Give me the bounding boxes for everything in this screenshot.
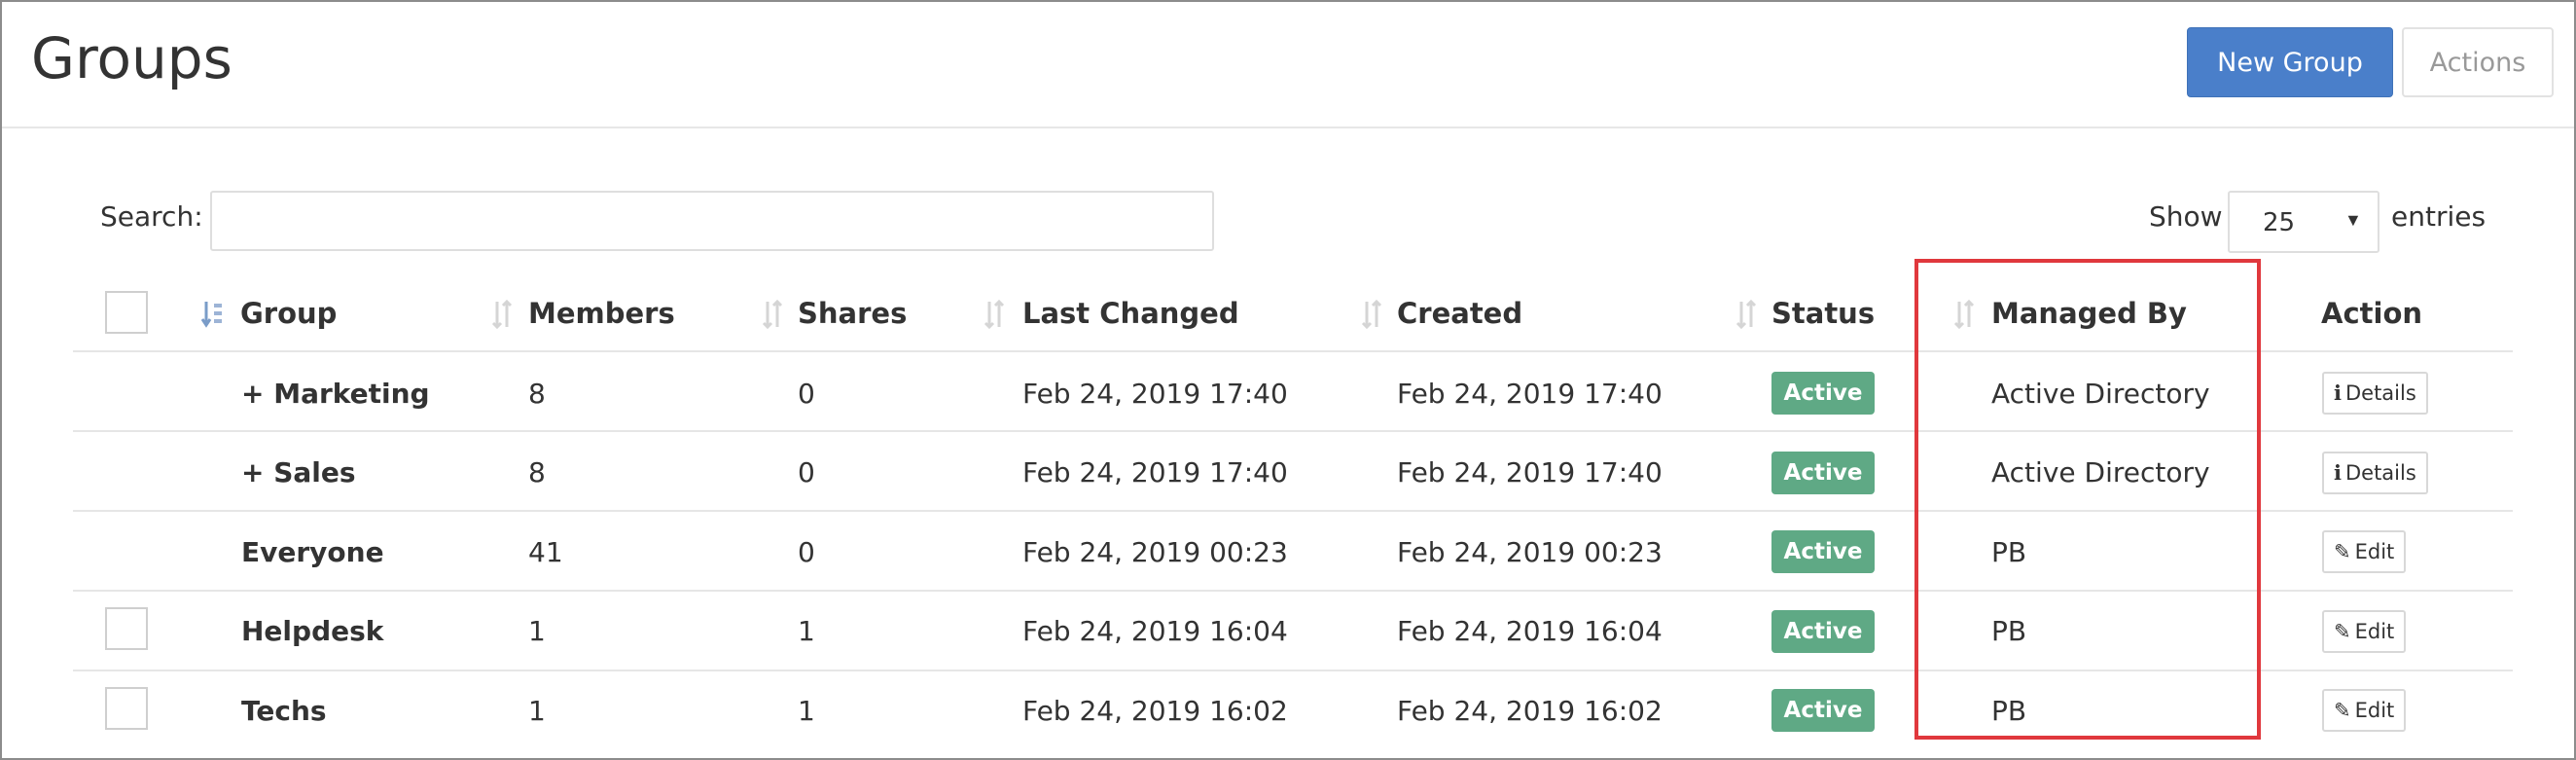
search-label: Search: (100, 200, 203, 233)
members-count: 1 (528, 695, 546, 727)
group-name[interactable]: + Sales (241, 456, 356, 489)
page-title: Groups (31, 25, 233, 91)
last-changed: Feb 24, 2019 00:23 (1022, 536, 1288, 568)
details-button[interactable]: ℹ Details (2322, 452, 2428, 494)
select-all-checkbox[interactable] (105, 291, 148, 334)
group-name[interactable]: + Marketing (241, 378, 430, 410)
edit-button[interactable]: ✎ Edit (2322, 689, 2407, 732)
pencil-icon: ✎ (2334, 699, 2351, 722)
members-count: 1 (528, 615, 546, 647)
sort-icon[interactable] (1735, 300, 1757, 329)
column-header-shares[interactable]: Shares (798, 297, 907, 330)
edit-button-label: Edit (2354, 540, 2395, 563)
sort-ascending-icon[interactable] (201, 300, 223, 329)
info-icon: ℹ (2334, 461, 2342, 485)
column-header-group[interactable]: Group (240, 297, 337, 330)
column-header-last-changed[interactable]: Last Changed (1022, 297, 1239, 330)
members-count: 8 (528, 378, 546, 410)
search-input[interactable] (210, 191, 1214, 251)
row-checkbox[interactable] (105, 607, 148, 650)
shares-count: 0 (798, 536, 815, 568)
status-badge: Active (1771, 530, 1875, 573)
edit-button[interactable]: ✎ Edit (2322, 610, 2407, 653)
panel-header: Groups New Group Actions (2, 2, 2574, 128)
sort-icon[interactable] (762, 300, 783, 329)
pencil-icon: ✎ (2334, 540, 2351, 563)
shares-count: 0 (798, 456, 815, 489)
group-name[interactable]: Everyone (241, 536, 384, 568)
created-date: Feb 24, 2019 17:40 (1397, 378, 1663, 410)
status-badge: Active (1771, 610, 1875, 653)
actions-button[interactable]: Actions (2402, 27, 2554, 97)
last-changed: Feb 24, 2019 17:40 (1022, 378, 1288, 410)
sort-icon[interactable] (984, 300, 1005, 329)
edit-button-label: Edit (2354, 620, 2395, 643)
groups-panel: Groups New Group Actions Search: Show 25… (0, 0, 2576, 760)
edit-button-label: Edit (2354, 699, 2395, 722)
created-date: Feb 24, 2019 00:23 (1397, 536, 1663, 568)
status-badge: Active (1771, 372, 1875, 415)
managed-by-highlight-box (1914, 259, 2261, 740)
last-changed: Feb 24, 2019 17:40 (1022, 456, 1288, 489)
created-date: Feb 24, 2019 16:02 (1397, 695, 1663, 727)
group-name[interactable]: Techs (241, 695, 327, 727)
column-header-status[interactable]: Status (1771, 297, 1875, 330)
new-group-button[interactable]: New Group (2187, 27, 2393, 97)
column-header-action: Action (2321, 297, 2423, 330)
shares-count: 0 (798, 378, 815, 410)
show-label: Show (2149, 200, 2223, 233)
details-button-label: Details (2344, 461, 2416, 485)
members-count: 41 (528, 536, 563, 568)
column-header-members[interactable]: Members (528, 297, 675, 330)
entries-select-value: 25 (2263, 208, 2296, 237)
created-date: Feb 24, 2019 16:04 (1397, 615, 1663, 647)
edit-button[interactable]: ✎ Edit (2322, 530, 2407, 573)
column-header-created[interactable]: Created (1397, 297, 1522, 330)
last-changed: Feb 24, 2019 16:02 (1022, 695, 1288, 727)
shares-count: 1 (798, 615, 815, 647)
entries-label: entries (2391, 200, 2487, 233)
sort-icon[interactable] (491, 300, 513, 329)
details-button-label: Details (2344, 381, 2416, 405)
pencil-icon: ✎ (2334, 620, 2351, 643)
entries-select[interactable]: 25 ▼ (2228, 191, 2379, 253)
created-date: Feb 24, 2019 17:40 (1397, 456, 1663, 489)
details-button[interactable]: ℹ Details (2322, 372, 2428, 415)
members-count: 8 (528, 456, 546, 489)
caret-down-icon: ▼ (2344, 210, 2362, 230)
info-icon: ℹ (2334, 381, 2342, 405)
shares-count: 1 (798, 695, 815, 727)
sort-icon[interactable] (1361, 300, 1382, 329)
status-badge: Active (1771, 452, 1875, 494)
group-name[interactable]: Helpdesk (241, 615, 383, 647)
last-changed: Feb 24, 2019 16:04 (1022, 615, 1288, 647)
status-badge: Active (1771, 689, 1875, 732)
row-checkbox[interactable] (105, 687, 148, 730)
